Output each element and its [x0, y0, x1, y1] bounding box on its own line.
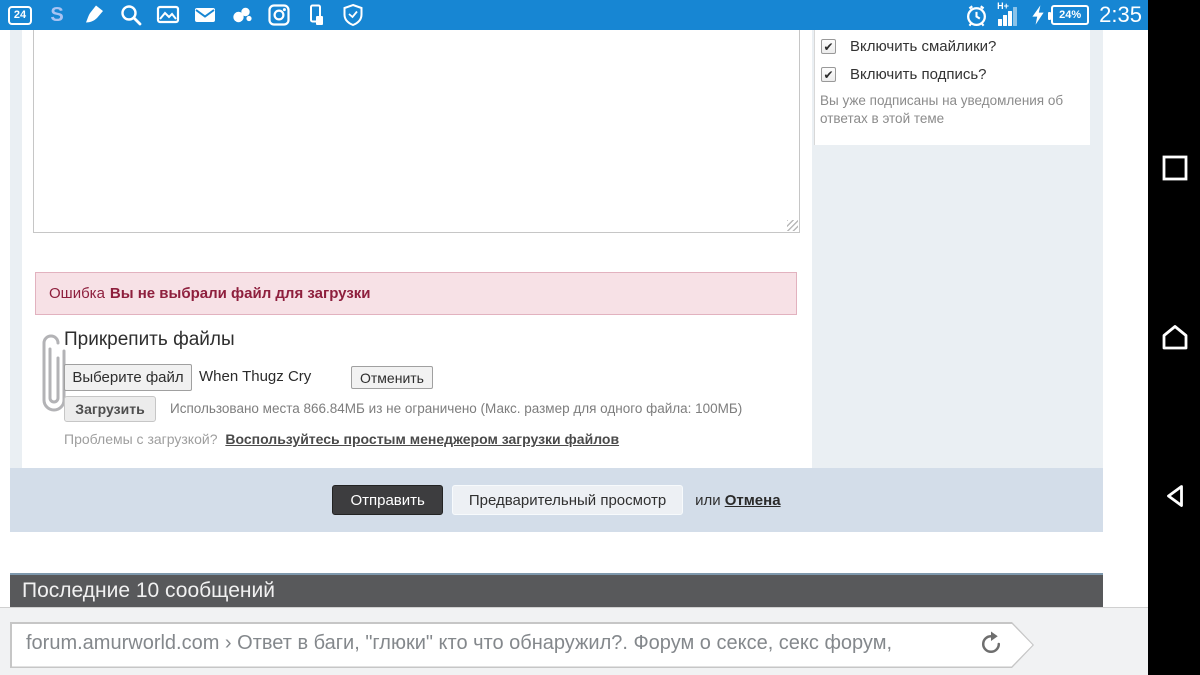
cancel-file-button[interactable]: Отменить — [351, 366, 433, 389]
shield-icon — [341, 3, 365, 27]
or-cancel-group: илиОтмена — [695, 492, 780, 509]
upload-button[interactable]: Загрузить — [64, 396, 156, 422]
gallery-icon — [156, 3, 180, 27]
choose-file-button[interactable]: Выберите файл — [64, 364, 192, 391]
textarea-resize-grip[interactable] — [787, 220, 798, 231]
form-actions-band: Отправить Предварительный просмотр илиОт… — [10, 468, 1103, 532]
attach-files-heading: Прикрепить файлы — [64, 329, 235, 351]
url-text[interactable]: forum.amurworld.com › Ответ в баги, "глю… — [26, 622, 964, 665]
mail-icon — [193, 3, 217, 27]
back-button[interactable] — [1162, 482, 1188, 510]
status-indicators: H+ 24% 2:35 — [964, 0, 1142, 30]
instagram-icon — [267, 3, 291, 27]
selected-file-name: When Thugz Cry — [199, 368, 311, 385]
refresh-icon[interactable] — [978, 631, 1004, 657]
post-options-panel: ✔ Включить смайлики? ✔ Включить подпись?… — [814, 30, 1090, 145]
reply-form-panel: Ошибка Вы не выбрали файл для загрузки П… — [22, 30, 812, 468]
charging-bolt-icon — [1030, 3, 1046, 27]
last-messages-title: Последние 10 сообщений — [22, 579, 275, 603]
battery-percent: 24% — [1059, 9, 1081, 21]
network-type-label: H+ — [997, 1, 1009, 11]
device-screen: 24 S — [0, 0, 1200, 675]
home-button[interactable] — [1160, 323, 1190, 351]
recents-button[interactable] — [1161, 154, 1189, 182]
simple-upload-manager-link[interactable]: Воспользуйтесь простым менеджером загруз… — [225, 431, 619, 447]
error-message-box: Ошибка Вы не выбрали файл для загрузки — [35, 272, 797, 315]
calendar-24-icon: 24 — [8, 3, 32, 27]
phone-icon — [304, 3, 328, 27]
error-label: Ошибка — [49, 285, 105, 302]
signal-strength-icon: H+ — [996, 2, 1023, 28]
url-field[interactable]: forum.amurworld.com › Ответ в баги, "глю… — [10, 622, 1034, 668]
quota-text: Использовано места 866.84МБ из не ограни… — [170, 401, 742, 416]
paperclip-icon — [36, 330, 66, 418]
android-navigation-bar — [1148, 0, 1200, 675]
subscribed-note: Вы уже подписаны на уведомления об ответ… — [820, 92, 1072, 128]
last-messages-header: Последние 10 сообщений — [10, 573, 1103, 607]
preview-button[interactable]: Предварительный просмотр — [452, 485, 683, 515]
browser-address-bar: forum.amurworld.com › Ответ в баги, "глю… — [0, 607, 1148, 675]
signature-checkbox[interactable]: ✔ — [821, 67, 836, 82]
cancel-link[interactable]: Отмена — [725, 492, 781, 509]
submit-button[interactable]: Отправить — [332, 485, 442, 515]
upload-problems-line: Проблемы с загрузкой? Воспользуйтесь про… — [64, 431, 619, 447]
clean-brush-icon — [82, 3, 106, 27]
forum-page-wrapper: Ошибка Вы не выбрали файл для загрузки П… — [10, 30, 1103, 532]
message-textarea[interactable] — [33, 30, 800, 233]
smilies-label: Включить смайлики? — [850, 38, 996, 55]
skype-icon: S — [45, 3, 69, 27]
swarm-icon — [230, 3, 254, 27]
notification-icons: 24 S — [0, 3, 365, 27]
battery-icon: 24% — [1051, 5, 1089, 25]
signature-label: Включить подпись? — [850, 66, 987, 83]
error-text: Вы не выбрали файл для загрузки — [110, 285, 371, 302]
or-text: или — [695, 492, 721, 509]
search-icon — [119, 3, 143, 27]
upload-problems-text: Проблемы с загрузкой? — [64, 431, 217, 447]
status-clock: 2:35 — [1099, 2, 1142, 28]
status-bar: 24 S — [0, 0, 1148, 30]
smilies-checkbox[interactable]: ✔ — [821, 39, 836, 54]
alarm-icon — [964, 3, 989, 28]
